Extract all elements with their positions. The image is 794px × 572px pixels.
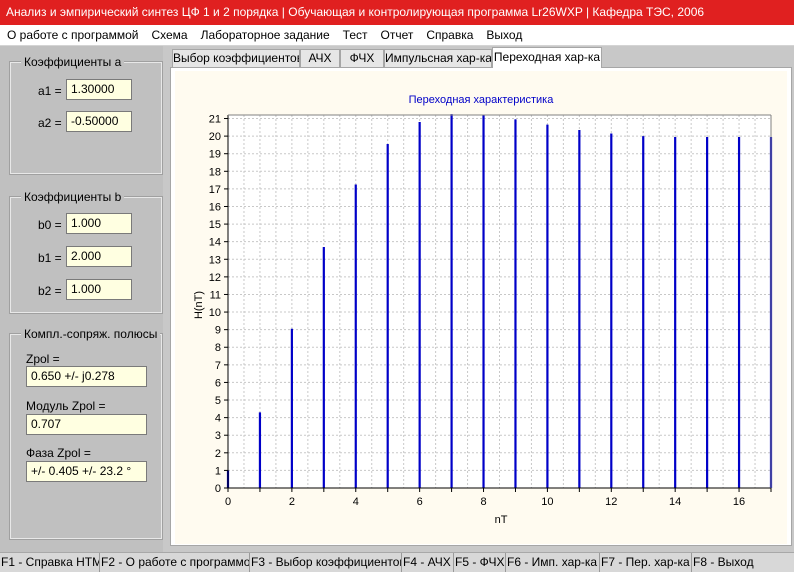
menu-item-scheme[interactable]: Схема — [144, 25, 193, 46]
chart-panel: Переходная характеристика nT H(nT) 01234… — [175, 71, 787, 544]
y-tick-label: 14 — [209, 237, 221, 249]
y-tick-label: 13 — [209, 254, 221, 266]
y-tick-label: 4 — [215, 413, 221, 425]
menu-item-help[interactable]: Справка — [419, 25, 479, 46]
status-f1-help[interactable]: F1 - Справка HTML — [0, 553, 100, 572]
b0-label: b0 = — [38, 218, 62, 232]
y-tick-label: 9 — [215, 325, 221, 337]
x-tick-label: 10 — [541, 496, 553, 508]
y-tick-label: 21 — [209, 114, 221, 126]
b2-label: b2 = — [38, 284, 62, 298]
x-tick-label: 2 — [289, 496, 295, 508]
tab-coefficients[interactable]: Выбор коэффициентов — [172, 49, 300, 68]
status-f5-fch[interactable]: F5 - ФЧХ — [454, 553, 506, 572]
y-tick-label: 17 — [209, 184, 221, 196]
poles-title: Компл.-сопряж. полюсы — [21, 327, 161, 341]
coef-b-title: Коэффициенты b — [21, 190, 125, 204]
menu-item-test[interactable]: Тест — [336, 25, 374, 46]
a2-label: a2 = — [38, 116, 62, 130]
y-axis-label: H(nT) — [193, 291, 205, 319]
menu-bar: О работе с программой Схема Лабораторное… — [0, 25, 794, 46]
b1-field[interactable]: 2.000 — [66, 246, 132, 267]
tab-strip: Выбор коэффициентов АЧХ ФЧХ Импульсная х… — [170, 47, 792, 68]
module-zpol-label: Модуль Zpol = — [26, 399, 106, 413]
x-tick-label: 4 — [353, 496, 359, 508]
b1-label: b1 = — [38, 251, 62, 265]
y-tick-label: 18 — [209, 166, 221, 178]
y-tick-label: 6 — [215, 377, 221, 389]
chart-title: Переходная характеристика — [409, 94, 555, 106]
coef-a-title: Коэффициенты a — [21, 55, 125, 69]
status-bar: F1 - Справка HTML F2 - О работе с програ… — [0, 552, 794, 572]
x-axis-label: nT — [495, 514, 508, 526]
chart-grid — [228, 115, 771, 488]
step-response-chart: Переходная характеристика nT H(nT) 01234… — [193, 94, 773, 526]
b0-field[interactable]: 1.000 — [66, 213, 132, 234]
status-f4-ach[interactable]: F4 - АЧХ — [402, 553, 454, 572]
y-tick-label: 10 — [209, 307, 221, 319]
y-tick-label: 16 — [209, 201, 221, 213]
y-tick-label: 1 — [215, 465, 221, 477]
x-tick-label: 8 — [480, 496, 486, 508]
y-tick-label: 12 — [209, 272, 221, 284]
menu-item-lab-task[interactable]: Лабораторное задание — [194, 25, 336, 46]
status-f3-coefficients[interactable]: F3 - Выбор коэффициентов — [250, 553, 402, 572]
tab-impulse[interactable]: Импульсная хар-ка — [384, 49, 492, 68]
y-tick-label: 5 — [215, 395, 221, 407]
y-tick-label: 15 — [209, 219, 221, 231]
a1-field[interactable]: 1.30000 — [66, 79, 132, 100]
poles-group: Компл.-сопряж. полюсы Zpol = 0.650 +/- j… — [9, 327, 163, 540]
menu-item-exit[interactable]: Выход — [479, 25, 528, 46]
x-tick-label: 12 — [605, 496, 617, 508]
zpol-field[interactable]: 0.650 +/- j0.278 — [26, 366, 147, 387]
y-tick-label: 11 — [210, 289, 221, 301]
y-tick-label: 2 — [215, 448, 221, 460]
tab-ach[interactable]: АЧХ — [300, 49, 340, 68]
x-tick-label: 14 — [669, 496, 681, 508]
b2-field[interactable]: 1.000 — [66, 279, 132, 300]
y-tick-label: 3 — [215, 430, 221, 442]
module-zpol-field[interactable]: 0.707 — [26, 414, 147, 435]
left-panel: Коэффициенты a a1 = 1.30000 a2 = -0.5000… — [0, 46, 163, 552]
zpol-label: Zpol = — [26, 352, 60, 366]
tab-page: Переходная характеристика nT H(nT) 01234… — [170, 67, 792, 546]
a1-label: a1 = — [38, 84, 62, 98]
tab-step-response[interactable]: Переходная хар-ка — [492, 47, 602, 68]
x-tick-label: 0 — [225, 496, 231, 508]
y-tick-label: 7 — [215, 360, 221, 372]
coef-a-group: Коэффициенты a a1 = 1.30000 a2 = -0.5000… — [9, 55, 163, 175]
phase-zpol-field[interactable]: +/- 0.405 +/- 23.2 ° — [26, 461, 147, 482]
menu-item-report[interactable]: Отчет — [373, 25, 419, 46]
y-tick-label: 20 — [209, 131, 221, 143]
tab-fch[interactable]: ФЧХ — [340, 49, 384, 68]
y-tick-label: 0 — [215, 483, 221, 495]
x-tick-label: 6 — [417, 496, 423, 508]
x-tick-label: 16 — [733, 496, 745, 508]
y-tick-label: 19 — [209, 149, 221, 161]
window-title: Анализ и эмпирический синтез ЦФ 1 и 2 по… — [0, 0, 794, 25]
status-f2-about[interactable]: F2 - О работе с программой — [100, 553, 250, 572]
status-f7-step[interactable]: F7 - Пер. хар-ка — [600, 553, 692, 572]
coef-b-group: Коэффициенты b b0 = 1.000 b1 = 2.000 b2 … — [9, 190, 163, 314]
status-f6-impulse[interactable]: F6 - Имп. хар-ка — [506, 553, 600, 572]
y-tick-label: 8 — [215, 342, 221, 354]
status-f8-exit[interactable]: F8 - Выход — [692, 553, 794, 572]
phase-zpol-label: Фаза Zpol = — [26, 446, 91, 460]
a2-field[interactable]: -0.50000 — [66, 111, 132, 132]
menu-item-about[interactable]: О работе с программой — [0, 25, 144, 46]
